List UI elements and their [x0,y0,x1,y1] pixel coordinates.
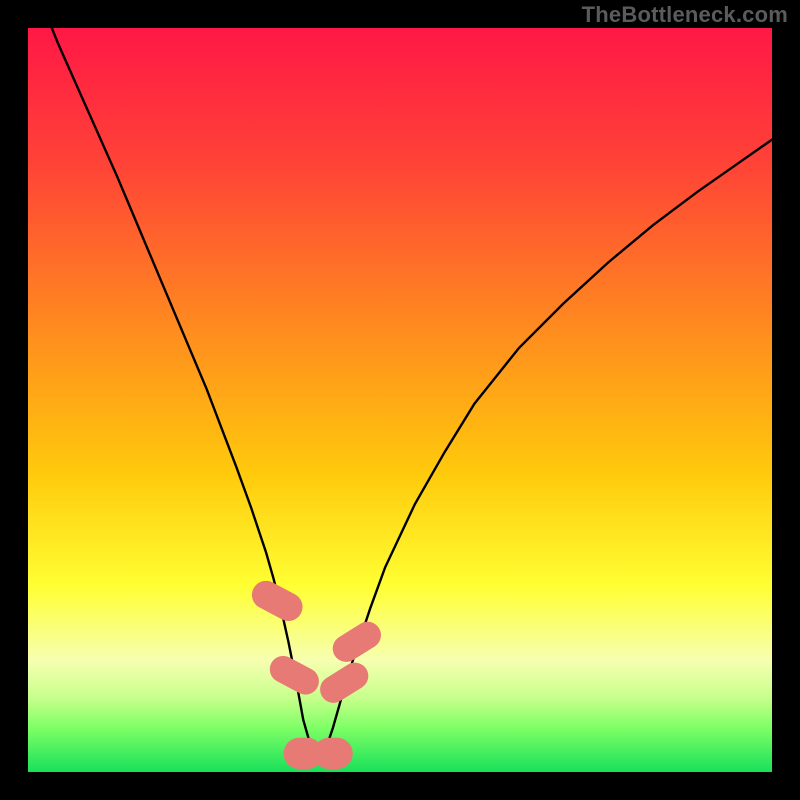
left-marker-1 [247,576,308,626]
marker-group [247,576,386,769]
right-marker-1 [315,658,373,708]
right-marker-2 [328,617,386,667]
watermark-text: TheBottleneck.com [582,2,788,28]
curve-layer [28,28,772,772]
bottom-notch-2 [313,738,352,769]
plot-area [28,28,772,772]
left-marker-2 [265,651,324,699]
chart-frame: TheBottleneck.com [0,0,800,800]
bottleneck-curve [28,28,772,755]
